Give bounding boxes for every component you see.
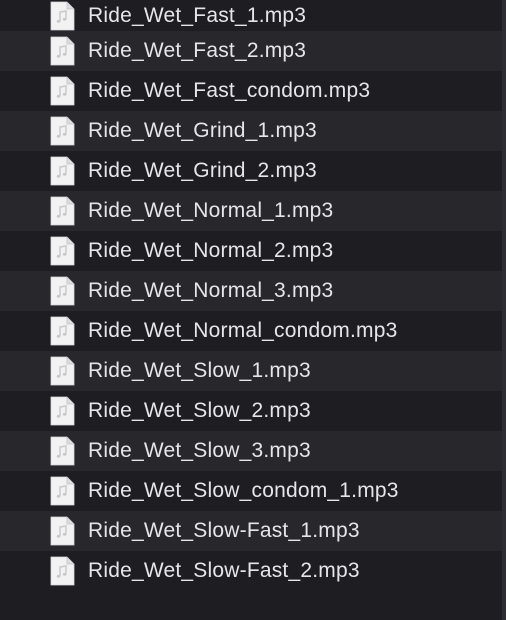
file-name: Ride_Wet_Grind_1.mp3 <box>88 119 317 142</box>
file-row[interactable]: Ride_Wet_Slow-Fast_2.mp3 <box>0 551 506 591</box>
audio-file-icon <box>49 516 75 546</box>
file-row[interactable]: Ride_Wet_Normal_1.mp3 <box>0 191 506 231</box>
audio-file-icon <box>49 236 75 266</box>
file-name: Ride_Wet_Fast_condom.mp3 <box>88 79 371 102</box>
file-row[interactable]: Ride_Wet_Normal_condom.mp3 <box>0 311 506 351</box>
audio-file-icon <box>49 1 75 31</box>
file-row[interactable]: Ride_Wet_Slow_condom_1.mp3 <box>0 471 506 511</box>
audio-file-icon <box>49 36 75 66</box>
file-row[interactable]: Ride_Wet_Grind_1.mp3 <box>0 111 506 151</box>
file-name: Ride_Wet_Grind_2.mp3 <box>88 159 317 182</box>
audio-file-icon <box>49 396 75 426</box>
file-row[interactable]: Ride_Wet_Slow_2.mp3 <box>0 391 506 431</box>
file-name: Ride_Wet_Fast_2.mp3 <box>88 39 307 62</box>
file-name: Ride_Wet_Slow_condom_1.mp3 <box>88 479 399 502</box>
file-row[interactable]: Ride_Wet_Slow-Fast_1.mp3 <box>0 511 506 551</box>
audio-file-icon <box>49 276 75 306</box>
audio-file-icon <box>49 196 75 226</box>
audio-file-icon <box>49 116 75 146</box>
file-row[interactable]: Ride_Wet_Slow_1.mp3 <box>0 351 506 391</box>
file-row[interactable]: Ride_Wet_Fast_2.mp3 <box>0 31 506 71</box>
file-row[interactable]: Ride_Wet_Slow_3.mp3 <box>0 431 506 471</box>
file-name: Ride_Wet_Normal_condom.mp3 <box>88 319 398 342</box>
audio-file-icon <box>49 156 75 186</box>
audio-file-icon <box>49 316 75 346</box>
file-name: Ride_Wet_Slow_3.mp3 <box>88 439 311 462</box>
audio-file-icon <box>49 556 75 586</box>
file-name: Ride_Wet_Slow-Fast_2.mp3 <box>88 559 360 582</box>
file-name: Ride_Wet_Fast_1.mp3 <box>88 3 307 27</box>
file-name: Ride_Wet_Slow-Fast_1.mp3 <box>88 519 360 542</box>
audio-file-icon <box>49 356 75 386</box>
file-row[interactable]: Ride_Wet_Normal_3.mp3 <box>0 271 506 311</box>
file-name: Ride_Wet_Normal_2.mp3 <box>88 239 334 262</box>
file-name: Ride_Wet_Slow_1.mp3 <box>88 359 311 382</box>
file-row[interactable]: Ride_Wet_Grind_2.mp3 <box>0 151 506 191</box>
window-edge <box>502 0 506 620</box>
file-row[interactable]: Ride_Wet_Normal_2.mp3 <box>0 231 506 271</box>
file-row[interactable]: Ride_Wet_Fast_1.mp3 <box>0 0 506 31</box>
file-name: Ride_Wet_Normal_3.mp3 <box>88 279 334 302</box>
audio-file-icon <box>49 76 75 106</box>
file-name: Ride_Wet_Normal_1.mp3 <box>88 199 334 222</box>
audio-file-icon <box>49 476 75 506</box>
audio-file-icon <box>49 436 75 466</box>
file-name: Ride_Wet_Slow_2.mp3 <box>88 399 311 422</box>
file-row[interactable]: Ride_Wet_Fast_condom.mp3 <box>0 71 506 111</box>
file-list: Ride_Wet_Fast_1.mp3 Ride_Wet_Fast_2.mp3 … <box>0 0 506 620</box>
